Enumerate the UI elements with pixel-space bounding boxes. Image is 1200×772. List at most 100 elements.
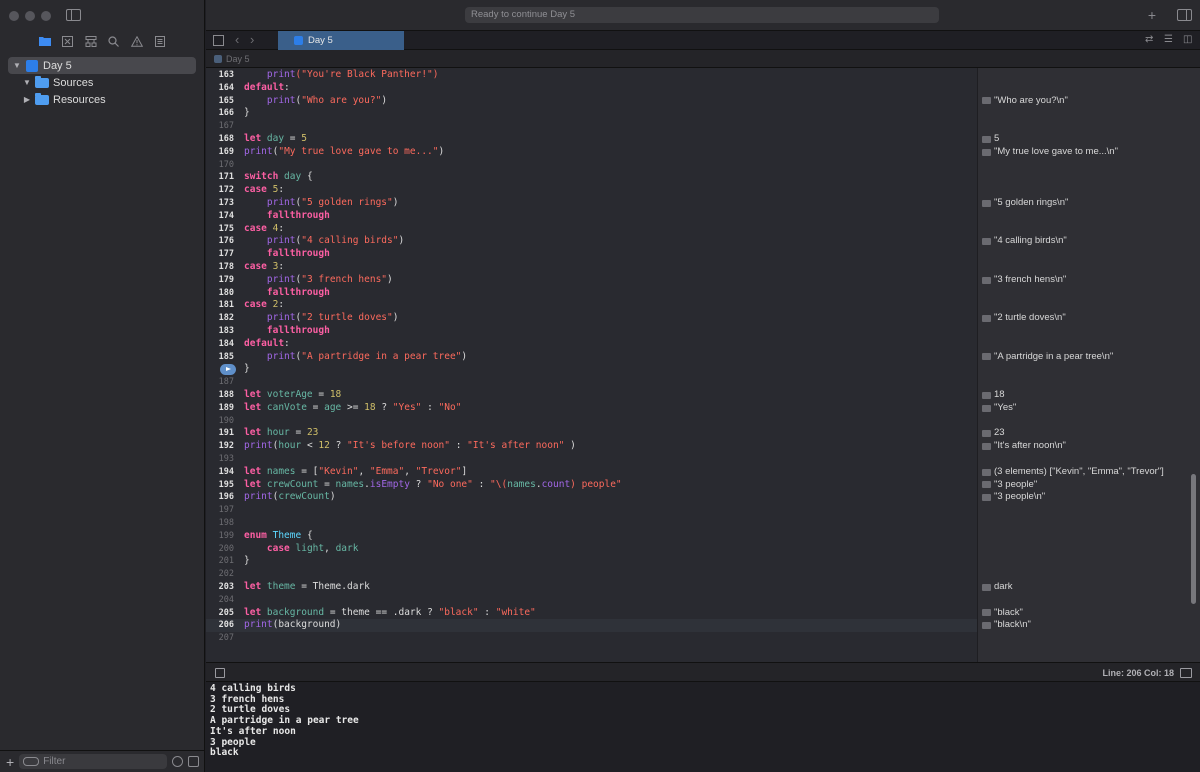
result-value[interactable]: dark [982, 581, 1012, 594]
code-line[interactable]: } [206, 363, 977, 376]
code-line[interactable]: 178 case 3: [206, 261, 977, 274]
result-value[interactable]: "My true love gave to me...\n" [982, 146, 1118, 159]
code-line[interactable]: 192 print(hour < 12 ? "It's before noon" … [206, 440, 977, 453]
search-icon[interactable] [107, 35, 120, 48]
quick-look-icon[interactable] [982, 135, 991, 143]
tab-day5[interactable]: Day 5 [278, 31, 404, 50]
plus-icon[interactable]: + [6, 755, 14, 769]
quick-look-icon[interactable] [982, 622, 991, 630]
code-line[interactable]: 165 print("Who are you?") [206, 95, 977, 108]
code-line[interactable]: 203 let theme = Theme.dark [206, 581, 977, 594]
warning-icon[interactable] [130, 35, 143, 48]
code-line[interactable]: 175 case 4: [206, 223, 977, 236]
console-output[interactable]: 4 calling birds 3 french hens 2 turtle dov… [206, 682, 1200, 772]
filter-icon[interactable] [23, 757, 40, 766]
quick-look-icon[interactable] [982, 199, 991, 207]
scrollbar[interactable] [1191, 474, 1196, 604]
result-value[interactable]: "black\n" [982, 619, 1031, 632]
quick-look-icon[interactable] [982, 97, 991, 105]
code-line[interactable]: 169 print("My true love gave to me...") [206, 146, 977, 159]
folder-icon[interactable] [38, 35, 51, 48]
code-line[interactable]: 183 fallthrough [206, 325, 977, 338]
quick-look-icon[interactable] [982, 315, 991, 323]
chevron-right-icon[interactable]: › [250, 32, 254, 47]
recent-files-icon[interactable] [172, 756, 183, 767]
quick-look-icon[interactable] [982, 494, 991, 502]
code-line[interactable]: 207 [206, 632, 977, 645]
inspector-icon[interactable] [1177, 9, 1192, 21]
code-line[interactable]: 171 switch day { [206, 171, 977, 184]
swap-icon[interactable]: ⇄ [1145, 34, 1156, 46]
result-value[interactable]: "5 golden rings\n" [982, 197, 1068, 210]
scm-filter-icon[interactable] [188, 756, 199, 767]
quick-look-icon[interactable] [982, 391, 991, 399]
result-value[interactable]: "black" [982, 607, 1023, 620]
code-line[interactable]: 197 [206, 504, 977, 517]
code-line[interactable]: 191 let hour = 23 [206, 427, 977, 440]
code-line[interactable]: 173 print("5 golden rings") [206, 197, 977, 210]
code-line[interactable]: 198 [206, 517, 977, 530]
result-value[interactable]: "3 people" [982, 479, 1037, 492]
x-square-icon[interactable] [61, 35, 74, 48]
code-line[interactable]: 188 let voterAge = 18 [206, 389, 977, 402]
code-line[interactable]: 174 fallthrough [206, 210, 977, 223]
tree-item-sources[interactable]: ▼ Sources [8, 74, 196, 91]
code-line[interactable]: 182 print("2 turtle doves") [206, 312, 977, 325]
chevron-down-icon[interactable]: ▼ [12, 61, 22, 70]
checkbox-icon[interactable] [215, 668, 225, 678]
code-line[interactable]: 177 fallthrough [206, 248, 977, 261]
close-window-button[interactable] [9, 11, 19, 21]
code-line[interactable]: 200 case light, dark [206, 543, 977, 556]
breadcrumb[interactable]: Day 5 [226, 50, 250, 68]
quick-look-icon[interactable] [982, 468, 991, 476]
result-value[interactable]: "It's after noon\n" [982, 440, 1066, 453]
result-value[interactable]: "Yes" [982, 402, 1016, 415]
result-value[interactable]: 5 [982, 133, 999, 146]
code-line[interactable]: 205 let background = theme == .dark ? "bl… [206, 607, 977, 620]
quick-look-icon[interactable] [982, 238, 991, 246]
quick-look-icon[interactable] [982, 443, 991, 451]
quick-look-icon[interactable] [982, 404, 991, 412]
result-value[interactable]: "Who are you?\n" [982, 95, 1068, 108]
code-line[interactable]: 199 enum Theme { [206, 530, 977, 543]
tree-item-day5[interactable]: ▼ Day 5 [8, 57, 196, 74]
result-value[interactable]: 18 [982, 389, 1005, 402]
code-line[interactable]: 196 print(crewCount) [206, 491, 977, 504]
code-line[interactable]: 204 [206, 594, 977, 607]
result-value[interactable]: "3 people\n" [982, 491, 1045, 504]
zoom-window-button[interactable] [41, 11, 51, 21]
code-line[interactable]: 168 let day = 5 [206, 133, 977, 146]
minimize-window-button[interactable] [25, 11, 35, 21]
code-line[interactable]: 170 [206, 159, 977, 172]
quick-look-icon[interactable] [982, 353, 991, 361]
code-line[interactable]: 176 print("4 calling birds") [206, 235, 977, 248]
code-line[interactable]: 187 [206, 376, 977, 389]
code-line[interactable]: 202 [206, 568, 977, 581]
code-line[interactable]: 194 let names = ["Kevin", "Emma", "Trevor… [206, 466, 977, 479]
list-icon[interactable] [153, 35, 166, 48]
panel-icon[interactable] [1180, 668, 1192, 678]
result-value[interactable]: (3 elements) ["Kevin", "Emma", "Trevor"] [982, 466, 1164, 479]
code-line[interactable]: 166} [206, 107, 977, 120]
code-line[interactable]: 163 print("You're Black Panther!") [206, 69, 977, 82]
code-line[interactable]: 180 fallthrough [206, 287, 977, 300]
code-line[interactable]: 181 case 2: [206, 299, 977, 312]
quick-look-icon[interactable] [982, 430, 991, 438]
chevron-left-icon[interactable]: ‹ [235, 32, 239, 47]
quick-look-icon[interactable] [982, 276, 991, 284]
code-line[interactable]: 195 let crewCount = names.isEmpty ? "No o… [206, 479, 977, 492]
result-value[interactable]: "A partridge in a pear tree\n" [982, 351, 1113, 364]
quick-look-icon[interactable] [982, 148, 991, 156]
result-value[interactable]: "4 calling birds\n" [982, 235, 1067, 248]
code-line[interactable]: 193 [206, 453, 977, 466]
editor-options-icon[interactable]: ☰ [1164, 34, 1175, 46]
quick-look-icon[interactable] [982, 609, 991, 617]
tree-item-resources[interactable]: ▶ Resources [8, 91, 196, 108]
code-line[interactable]: 164 default: [206, 82, 977, 95]
result-value[interactable]: "2 turtle doves\n" [982, 312, 1066, 325]
code-line[interactable]: 190 [206, 415, 977, 428]
code-line[interactable]: 172 case 5: [206, 184, 977, 197]
quick-look-icon[interactable] [982, 583, 991, 591]
add-editor-icon[interactable]: ◫ [1183, 34, 1194, 46]
result-value[interactable]: "3 french hens\n" [982, 274, 1066, 287]
